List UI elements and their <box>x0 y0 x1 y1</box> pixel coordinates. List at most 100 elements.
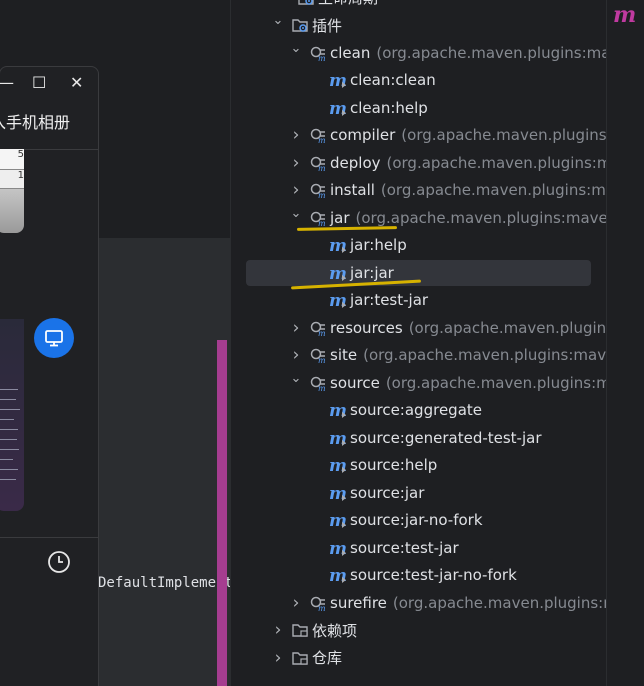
photo-thumbnail[interactable] <box>0 319 24 511</box>
chevron-down-icon[interactable]: ⌄ <box>271 14 285 32</box>
svg-text:m: m <box>329 264 347 282</box>
tree-node-plugin-jar[interactable]: ⌄ m jar (org.apache.maven.plugins:maven- <box>231 204 607 231</box>
chevron-down-icon[interactable]: ⌄ <box>289 372 303 390</box>
tree-node-plugin-clean[interactable]: ⌄ m clean (org.apache.maven.plugins:mav <box>231 39 607 66</box>
tree-item-label: jar:help <box>350 236 407 254</box>
svg-text:m: m <box>318 329 326 337</box>
clock-icon[interactable] <box>47 550 71 574</box>
svg-text:m: m <box>329 566 347 584</box>
plugin-icon: m <box>310 376 326 392</box>
tree-item-label: 仓库 <box>312 649 343 667</box>
svg-text:m: m <box>318 136 326 144</box>
tree-item-label: compiler <box>330 126 396 144</box>
plugin-icon: m <box>310 321 326 337</box>
tree-node-goal[interactable]: m source:aggregate <box>231 397 607 424</box>
chevron-down-icon[interactable]: ⌄ <box>289 42 303 60</box>
plugin-icon: m <box>310 46 326 62</box>
maven-goal-icon: m <box>329 264 347 282</box>
tree-node-goal[interactable]: m clean:help <box>231 94 607 121</box>
chevron-down-icon[interactable]: ⌄ <box>289 207 303 225</box>
svg-text:m: m <box>329 99 347 117</box>
chevron-right-icon[interactable]: › <box>289 594 303 611</box>
tree-node-goal[interactable]: m source:test-jar <box>231 534 607 561</box>
maven-goal-icon: m <box>329 291 347 309</box>
photo-thumbnail[interactable]: 5 1 <box>0 149 24 233</box>
tree-node-plugin-resources[interactable]: › m resources (org.apache.maven.plugins <box>231 314 607 341</box>
screen-mirror-button[interactable] <box>34 318 74 358</box>
maximize-button[interactable]: ☐ <box>32 73 46 93</box>
tree-node-goal[interactable]: m jar:test-jar <box>231 287 607 314</box>
maven-icon[interactable]: m <box>613 2 636 28</box>
tree-item-label: clean <box>330 43 371 62</box>
chevron-right-icon[interactable]: › <box>289 154 303 171</box>
svg-text:m: m <box>329 291 347 309</box>
tree-item-group-id: (org.apache.maven.plugins:mav <box>376 43 607 62</box>
svg-text:m: m <box>329 71 347 89</box>
chevron-right-icon[interactable]: › <box>271 622 285 639</box>
tree-item-label: clean:help <box>350 98 428 117</box>
folder-icon <box>292 651 308 665</box>
tree-node-goal[interactable]: m source:generated-test-jar <box>231 424 607 451</box>
svg-text:m: m <box>329 484 347 502</box>
tree-node-plugin-site[interactable]: › m site (org.apache.maven.plugins:maven <box>231 342 607 369</box>
chevron-right-icon[interactable]: › <box>289 319 303 336</box>
tree-item-label: 依赖项 <box>312 621 358 640</box>
tree-item-label: source:jar <box>350 483 425 502</box>
tree-item-label: source:aggregate <box>350 401 482 419</box>
svg-text:m: m <box>329 511 347 529</box>
editor-gutter-marker <box>217 340 227 686</box>
folder-gear-icon <box>298 0 314 5</box>
svg-text:m: m <box>318 356 326 364</box>
folder-gear-icon <box>292 19 308 32</box>
tree-node-plugin-source[interactable]: ⌄ m source (org.apache.maven.plugins:ma <box>231 369 607 396</box>
maven-goal-icon: m <box>329 401 347 419</box>
thumbnail-cell: 5 <box>0 149 24 170</box>
tree-node-goal[interactable]: m source:help <box>231 452 607 479</box>
tree-node-repositories[interactable]: › 仓库 <box>231 644 607 671</box>
tree-node-goal[interactable]: m jar:help <box>231 232 607 259</box>
plugin-icon: m <box>310 128 326 144</box>
tree-node-goal[interactable]: m source:jar <box>231 479 607 506</box>
tree-node-plugin-surefire[interactable]: › m surefire (org.apache.maven.plugins:m <box>231 589 607 616</box>
chevron-right-icon[interactable]: › <box>289 347 303 364</box>
minimize-button[interactable]: — <box>0 73 14 93</box>
right-tool-strip: m <box>606 0 644 686</box>
maven-goal-icon: m <box>329 456 347 474</box>
svg-text:m: m <box>318 604 326 612</box>
svg-text:m: m <box>329 539 347 557</box>
tree-node-goal[interactable]: m source:test-jar-no-fork <box>231 562 607 589</box>
maven-goal-icon: m <box>329 511 347 529</box>
tree-node-dependencies[interactable]: › 依赖项 <box>231 617 607 644</box>
tree-node-goal[interactable]: m clean:clean <box>231 67 607 94</box>
window-title: 入手机相册 <box>0 113 71 132</box>
tree-item-group-id: (org.apache.maven.plugins:m <box>401 126 607 144</box>
svg-text:m: m <box>318 191 326 199</box>
maven-goal-icon: m <box>329 566 347 584</box>
chevron-right-icon[interactable]: › <box>289 182 303 199</box>
divider <box>0 537 98 538</box>
tree-item-label: 插件 <box>312 16 343 35</box>
tree-node-plugin-deploy[interactable]: › m deploy (org.apache.maven.plugins:ma <box>231 149 607 176</box>
tree-node-goal[interactable]: m source:jar-no-fork <box>231 507 607 534</box>
tree-item-label: jar:jar <box>350 263 394 282</box>
plugin-icon: m <box>310 348 326 364</box>
svg-text:m: m <box>318 384 326 392</box>
tree-node-plugins[interactable]: ⌄ 插件 <box>231 12 607 39</box>
close-button[interactable]: ✕ <box>70 73 83 93</box>
tree-node-plugin-install[interactable]: › m install (org.apache.maven.plugins:mav <box>231 177 607 204</box>
tree-item-label: source:jar-no-fork <box>350 511 483 529</box>
tree-node-plugin-compiler[interactable]: › m compiler (org.apache.maven.plugins:m <box>231 122 607 149</box>
tree-node-lifecycle[interactable]: 生命周期 <box>231 0 607 11</box>
maven-goal-icon: m <box>329 99 347 117</box>
tree-item-label: source <box>330 373 380 392</box>
tree-item-label: resources <box>330 318 403 337</box>
chevron-right-icon[interactable]: › <box>289 127 303 144</box>
phone-album-window: — ☐ ✕ 入手机相册 5 1 <box>0 66 99 686</box>
chevron-right-icon[interactable]: › <box>271 649 285 666</box>
